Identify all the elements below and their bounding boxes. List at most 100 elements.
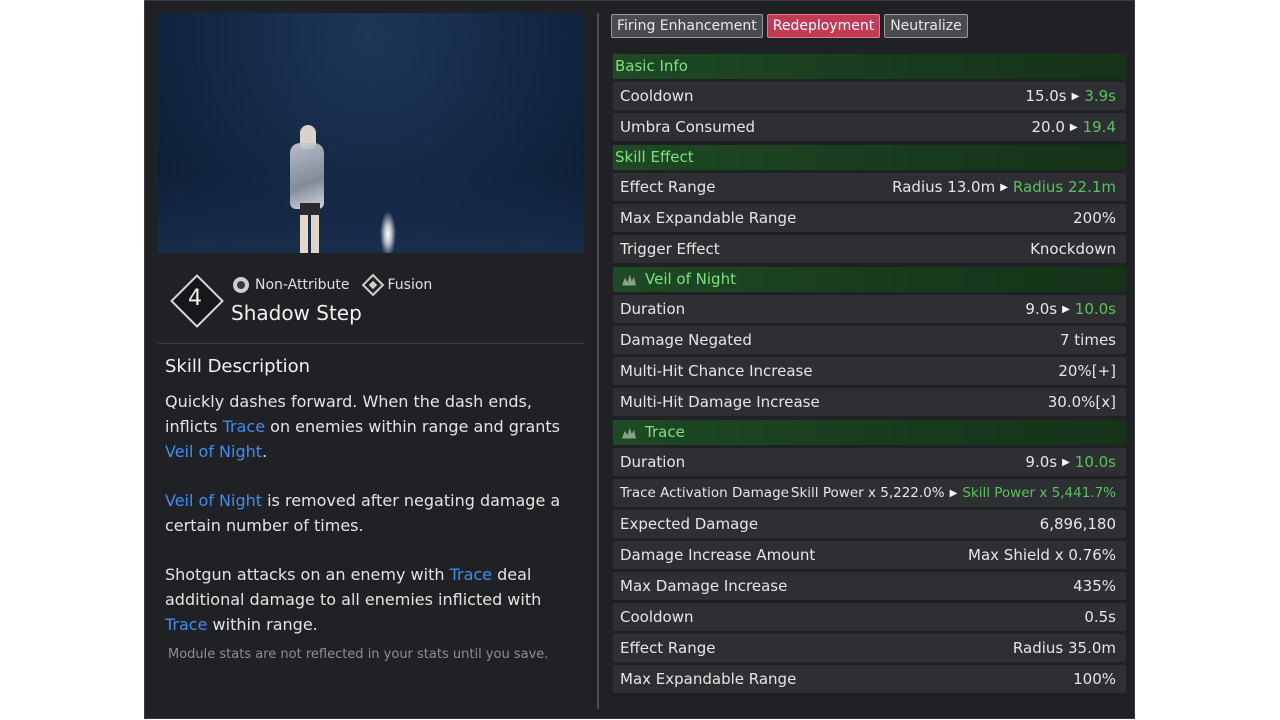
section-title: Trace — [645, 423, 685, 441]
arrow-right-icon: ▶ — [1000, 181, 1008, 193]
arrow-right-icon: ▶ — [1071, 90, 1080, 102]
stat-base-value: Radius 13.0m — [892, 178, 996, 196]
stat-label: Duration — [620, 453, 686, 471]
stat-base-value: 15.0s — [1025, 87, 1067, 105]
stat-label: Max Expandable Range — [620, 209, 797, 227]
tab-redeployment[interactable]: Redeployment — [766, 14, 881, 38]
stat-new-value: 10.0s — [1074, 453, 1116, 471]
section-title: Veil of Night — [645, 270, 736, 288]
skill-attributes: Non-Attribute Fusion — [233, 273, 433, 297]
stat-base-value: 20.0 — [1031, 118, 1065, 136]
stat-base-value: 30.0%[x] — [1047, 393, 1116, 411]
stat-label: Effect Range — [620, 639, 716, 657]
stat-label: Cooldown — [620, 87, 694, 105]
stat-row: Effect Range Radius 13.0m ▶ Radius 22.1m — [613, 173, 1126, 201]
stat-row: Duration 9.0s ▶ 10.0s — [613, 295, 1126, 323]
stat-new-value: 19.4 — [1082, 118, 1116, 136]
stat-base-value: 20%[+] — [1058, 362, 1116, 380]
stat-label: Damage Negated — [620, 331, 752, 349]
stat-new-value: Radius 22.1m — [1012, 178, 1116, 196]
stat-value: 20.0 ▶ 19.4 — [1031, 118, 1116, 136]
stat-value: 9.0s ▶ 10.0s — [1025, 300, 1116, 318]
stat-row: Trace Activation Damage Skill Power x 5,2… — [613, 479, 1126, 507]
description-title: Skill Description — [165, 356, 311, 377]
stat-label: Trigger Effect — [620, 240, 720, 258]
stat-value: Knockdown — [1030, 240, 1116, 258]
character-figure — [278, 125, 338, 253]
stat-label: Effect Range — [620, 178, 716, 196]
stat-row: Trigger Effect Knockdown — [613, 235, 1126, 263]
light-effect — [380, 211, 396, 253]
section-title: Basic Info — [615, 57, 688, 75]
arrow-right-icon: ▶ — [949, 487, 958, 499]
stat-value: Radius 35.0m — [1013, 639, 1116, 657]
stat-base-value: Knockdown — [1030, 240, 1116, 258]
keyword-veil-of-night[interactable]: Veil of Night — [165, 442, 262, 461]
stat-new-value: 3.9s — [1084, 87, 1116, 105]
skill-level: 4 — [188, 286, 202, 311]
panel-divider — [597, 13, 599, 709]
keyword-trace[interactable]: Trace — [223, 417, 265, 436]
arrow-right-icon: ▶ — [1062, 303, 1070, 315]
divider — [158, 343, 584, 344]
attribute-label: Non-Attribute — [255, 277, 350, 293]
stat-new-value: 10.0s — [1074, 300, 1116, 318]
stat-label: Damage Increase Amount — [620, 546, 816, 564]
keyword-trace[interactable]: Trace — [450, 565, 492, 584]
skill-description: Quickly dashes forward. When the dash en… — [165, 389, 575, 661]
stat-label: Trace Activation Damage — [620, 485, 789, 501]
stat-base-value: Max Shield x 0.76% — [968, 546, 1116, 564]
tab-neutralize[interactable]: Neutralize — [884, 14, 968, 38]
stat-value: 200% — [1073, 209, 1116, 227]
stat-label: Cooldown — [620, 608, 694, 626]
tab-firing-enhancement[interactable]: Firing Enhancement — [611, 14, 763, 38]
stat-row: Cooldown 0.5s — [613, 603, 1126, 631]
description-paragraph: Quickly dashes forward. When the dash en… — [165, 392, 560, 461]
stat-row: Damage Increase Amount Max Shield x 0.76% — [613, 541, 1126, 569]
stat-base-value: 7 times — [1059, 331, 1116, 349]
stats-panel: Basic Info Cooldown 15.0s ▶ 3.9s Umbra Consum… — [613, 54, 1126, 693]
keyword-veil-of-night[interactable]: Veil of Night — [165, 491, 262, 510]
section-header: Veil of Night — [613, 267, 1126, 292]
stat-label: Max Damage Increase — [620, 577, 788, 595]
stat-value: 7 times — [1060, 331, 1116, 349]
stat-row: Max Expandable Range 200% — [613, 204, 1126, 232]
skill-type-label: Fusion — [387, 277, 433, 293]
fusion-icon — [362, 273, 385, 297]
stat-new-value: Skill Power x 5,441.7% — [962, 485, 1116, 501]
non-attribute-icon — [233, 277, 249, 293]
section-title: Skill Effect — [615, 148, 694, 166]
stat-value: 20%[+] — [1058, 362, 1116, 380]
save-note: Module stats are not reflected in your s… — [168, 647, 549, 662]
stat-row: Damage Negated 7 times — [613, 326, 1126, 354]
stat-base-value: 6,896,180 — [1039, 515, 1116, 533]
keyword-trace[interactable]: Trace — [165, 615, 207, 634]
stat-base-value: 435% — [1073, 577, 1116, 595]
section-header: Basic Info — [613, 54, 1126, 79]
stat-label: Expected Damage — [620, 515, 759, 533]
stat-row: Multi-Hit Damage Increase 30.0%[x] — [613, 388, 1126, 416]
stat-label: Multi-Hit Chance Increase — [620, 362, 813, 380]
stat-row: Umbra Consumed 20.0 ▶ 19.4 — [613, 113, 1126, 141]
veil-of-night-icon — [619, 272, 639, 288]
section-header: Skill Effect — [613, 145, 1126, 170]
stat-row: Effect Range Radius 35.0m — [613, 634, 1126, 662]
skill-module-window: 4 Non-Attribute Fusion Shadow Step Skill… — [144, 0, 1135, 719]
stat-base-value: 9.0s — [1025, 300, 1058, 318]
module-tabs: Firing Enhancement Redeployment Neutralize — [611, 14, 968, 38]
stat-base-value: 200% — [1073, 209, 1116, 227]
description-paragraph: Shotgun attacks on an enemy with Trace d… — [165, 565, 542, 634]
trace-icon — [619, 425, 639, 441]
stat-base-value: Radius 35.0m — [1012, 639, 1116, 657]
stat-value: Skill Power x 5,222.0% ▶ Skill Power x 5,4… — [791, 485, 1116, 501]
stat-row: Multi-Hit Chance Increase 20%[+] — [613, 357, 1126, 385]
skill-name: Shadow Step — [231, 301, 362, 325]
stat-base-value: Skill Power x 5,222.0% — [790, 485, 945, 501]
stat-value: 100% — [1073, 670, 1116, 688]
description-paragraph: Veil of Night is removed after negating … — [165, 491, 561, 535]
stat-value: Max Shield x 0.76% — [968, 546, 1116, 564]
skill-header: 4 Non-Attribute Fusion Shadow Step — [169, 273, 569, 333]
section-header: Trace — [613, 420, 1126, 445]
stat-value: 0.5s — [1084, 608, 1116, 626]
stat-label: Max Expandable Range — [620, 670, 797, 688]
